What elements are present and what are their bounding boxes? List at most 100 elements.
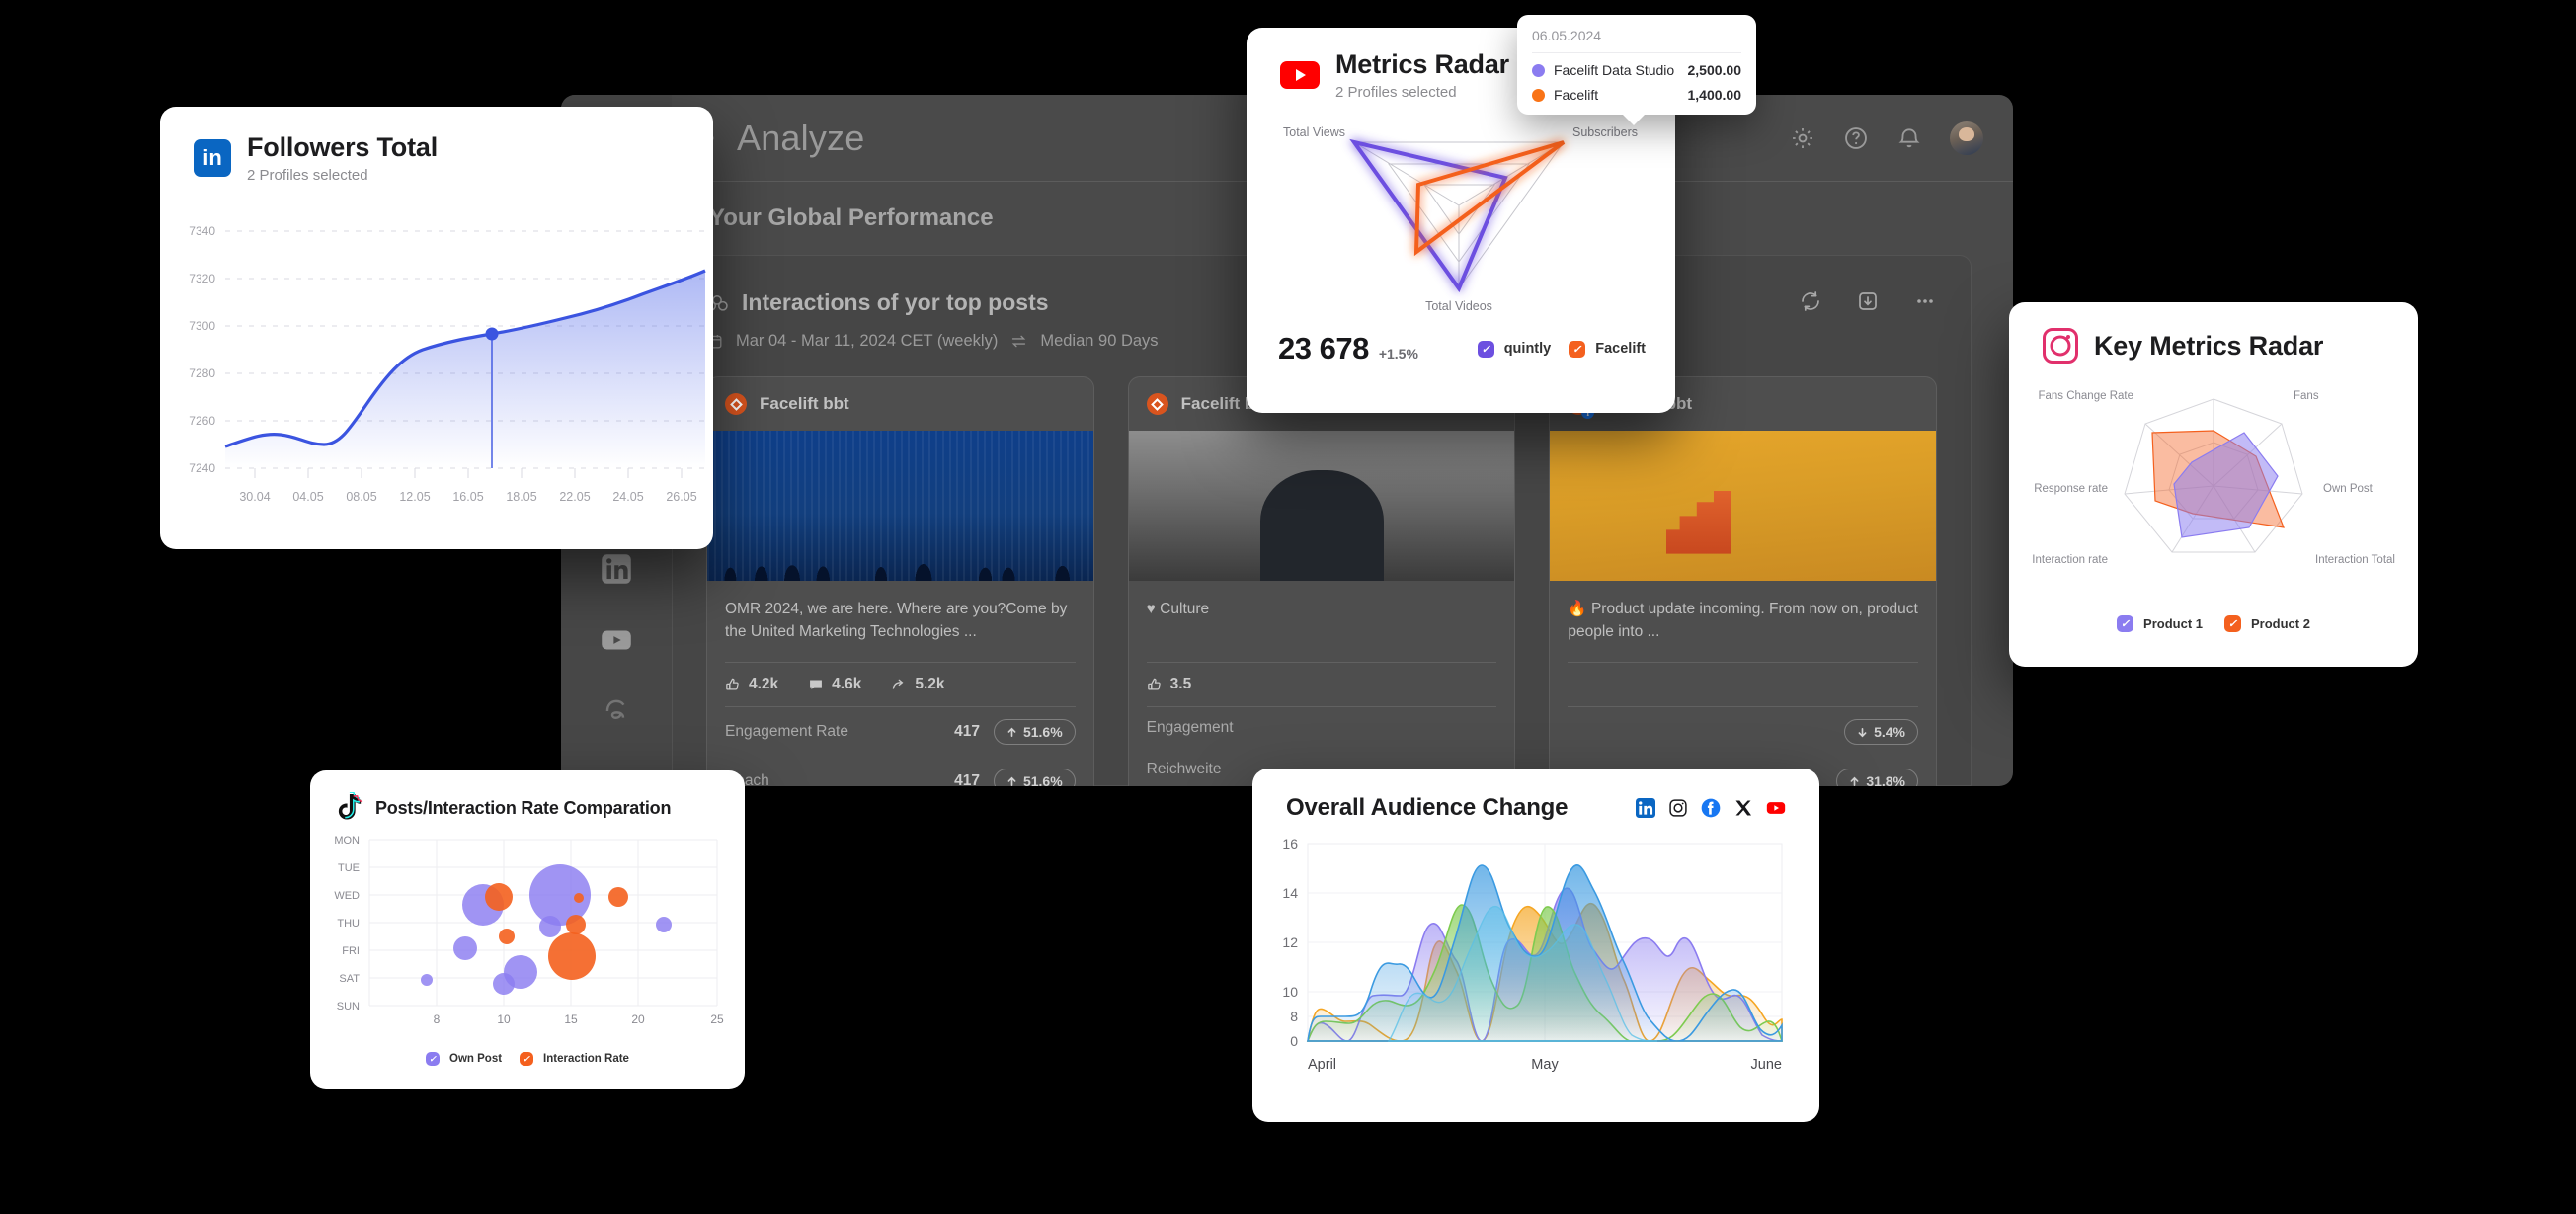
instagram-icon[interactable] (1668, 798, 1688, 818)
svg-text:26.05: 26.05 (666, 490, 696, 504)
legend-item-interaction-rate[interactable]: ✓ Interaction Rate (520, 1052, 629, 1066)
checkbox-icon: ✓ (2224, 615, 2241, 632)
followers-chart[interactable]: 7340 7320 7300 7280 7260 7240 30.04 04.0… (160, 209, 713, 528)
metrics-total: 23 678 +1.5% (1278, 331, 1418, 366)
post-thumbnail[interactable] (707, 431, 1093, 581)
radar-axis-label: Fans (2294, 390, 2319, 402)
likes-stat: 4.2k (725, 676, 778, 693)
thumbs-up-icon (726, 678, 739, 690)
metric-label: Engagement Rate (725, 723, 848, 740)
youtube-icon[interactable] (1766, 798, 1786, 818)
followers-total-card: in Followers Total 2 Profiles selected 7… (160, 107, 713, 549)
legend-item-product-2[interactable]: ✓ Product 2 (2224, 615, 2310, 632)
x-icon[interactable] (1733, 798, 1753, 818)
panel-subheader: Mar 04 - Mar 11, 2024 CET (weekly) Media… (706, 332, 1159, 351)
posts-legend: ✓ Own Post ✓ Interaction Rate (310, 1052, 745, 1066)
svg-text:04.05: 04.05 (292, 490, 323, 504)
download-icon[interactable] (1856, 289, 1880, 313)
metric-delta-pill: 5.4% (1844, 719, 1919, 745)
svg-text:7300: 7300 (189, 319, 215, 333)
svg-text:SUN: SUN (337, 1001, 360, 1012)
post-metric-row: Engagement (1129, 707, 1515, 749)
metric-delta: 51.6% (1022, 724, 1063, 740)
tooltip-value: 1,400.00 (1687, 87, 1742, 103)
post-text: 🔥 Product update incoming. From now on, … (1568, 601, 1918, 640)
svg-text:25: 25 (710, 1012, 724, 1026)
comments-stat: 4.6k (808, 676, 861, 693)
sidebar-item-threads[interactable] (581, 676, 652, 747)
key-radar-title: Key Metrics Radar (2094, 330, 2324, 361)
metrics-total-value: 23 678 (1278, 331, 1369, 365)
audience-card-title: Overall Audience Change (1286, 794, 1569, 821)
svg-text:10: 10 (1282, 984, 1298, 1000)
arrow-up-icon (1007, 776, 1016, 786)
help-icon[interactable] (1843, 125, 1869, 151)
metrics-total-delta: +1.5% (1378, 346, 1418, 362)
arrow-up-icon (1850, 776, 1859, 786)
key-metrics-radar-card: Key Metrics Radar Fans Own Post Interact… (2009, 302, 2418, 667)
sidebar-item-youtube[interactable] (581, 605, 652, 676)
arrow-up-icon (1007, 727, 1016, 737)
audience-area-chart[interactable]: 16 14 12 10 8 0 April May June (1252, 822, 1819, 1107)
metric-label: Reichweite (1146, 761, 1222, 777)
shares-stat: 5.2k (891, 676, 945, 693)
date-range-label[interactable]: Mar 04 - Mar 11, 2024 CET (weekly) (736, 332, 998, 351)
metrics-radar-subtitle: 2 Profiles selected (1335, 84, 1457, 101)
facelift-badge-icon (1146, 393, 1168, 415)
post-text: OMR 2024, we are here. Where are you?Com… (725, 601, 1068, 640)
followers-card-title: Followers Total (247, 132, 439, 162)
post-card[interactable]: f Facelift bbt 🔥 Product update incoming… (1549, 376, 1938, 786)
post-card-body: OMR 2024, we are here. Where are you?Com… (707, 581, 1093, 663)
compare-icon (1012, 335, 1026, 348)
metrics-radar-chart[interactable]: Total Views Subscribers Total Videos (1247, 101, 1675, 325)
shares-value: 5.2k (915, 676, 945, 692)
series-own-post (421, 864, 672, 995)
svg-text:12.05: 12.05 (399, 490, 430, 504)
legend-item-own-post[interactable]: ✓ Own Post (426, 1052, 502, 1066)
post-thumbnail[interactable] (1128, 431, 1515, 582)
radar-axis-label: Total Views (1283, 125, 1345, 139)
post-card-header: Facelift bbt (707, 377, 1093, 431)
gear-icon[interactable] (1790, 125, 1815, 151)
facelift-badge-icon (725, 393, 747, 415)
facebook-icon[interactable] (1701, 798, 1721, 818)
chart-tooltip: 06.05.2024 Facelift Data Studio 2,500.00… (1517, 15, 1756, 125)
posts-card-title: Posts/Interaction Rate Comparation (375, 797, 672, 818)
linkedin-icon[interactable] (1636, 798, 1655, 818)
audience-card-header: Overall Audience Change (1252, 794, 1819, 822)
post-card[interactable]: Facelift bbt ♥ Culture 3.5 Engagement Re… (1127, 376, 1516, 786)
bell-icon[interactable] (1896, 125, 1922, 151)
posts-scatter-chart[interactable]: MON TUE WED THU FRI SAT SUN 8 10 15 20 2… (310, 824, 745, 1048)
key-radar-chart[interactable]: Fans Own Post Interaction Total Interact… (2009, 364, 2418, 619)
legend-item-quintly[interactable]: ✓ quintly (1477, 340, 1551, 358)
svg-text:15: 15 (564, 1012, 578, 1026)
refresh-icon[interactable] (1799, 289, 1822, 313)
metrics-radar-legend: ✓ quintly ✓ Facelift (1477, 340, 1646, 358)
legend-label: Facelift (1595, 341, 1646, 357)
more-icon[interactable] (1913, 289, 1937, 313)
svg-text:18.05: 18.05 (506, 490, 536, 504)
svg-text:FRI: FRI (342, 945, 360, 957)
radar-axis-label: Fans Change Rate (2038, 390, 2133, 402)
post-card-body: ♥ Culture (1129, 581, 1515, 663)
metric-delta-pill: 31.8% (1836, 769, 1919, 786)
legend-item-facelift[interactable]: ✓ Facelift (1569, 340, 1646, 358)
arrow-down-icon (1858, 727, 1867, 737)
svg-text:08.05: 08.05 (346, 490, 376, 504)
avatar[interactable] (1950, 121, 1983, 155)
screenshot-root: Analyze Your Global Performance Interact… (0, 0, 2576, 1214)
post-metric-row: Engagement Rate 417 51.6% (707, 707, 1093, 757)
legend-item-product-1[interactable]: ✓ Product 1 (2117, 615, 2203, 632)
comparison-label[interactable]: Median 90 Days (1040, 332, 1158, 351)
global-performance-label: Your Global Performance (709, 204, 994, 231)
checkbox-icon: ✓ (1477, 340, 1494, 358)
post-engagements (1550, 663, 1936, 706)
post-card[interactable]: Facelift bbt OMR 2024, we are here. Wher… (706, 376, 1094, 786)
legend-label: Own Post (449, 1053, 503, 1065)
post-thumbnail[interactable] (1550, 431, 1937, 581)
svg-text:10: 10 (497, 1012, 511, 1026)
svg-text:16: 16 (1282, 836, 1298, 851)
metric-delta: 5.4% (1874, 724, 1906, 740)
svg-text:7320: 7320 (189, 272, 215, 285)
checkbox-icon: ✓ (1569, 340, 1586, 358)
